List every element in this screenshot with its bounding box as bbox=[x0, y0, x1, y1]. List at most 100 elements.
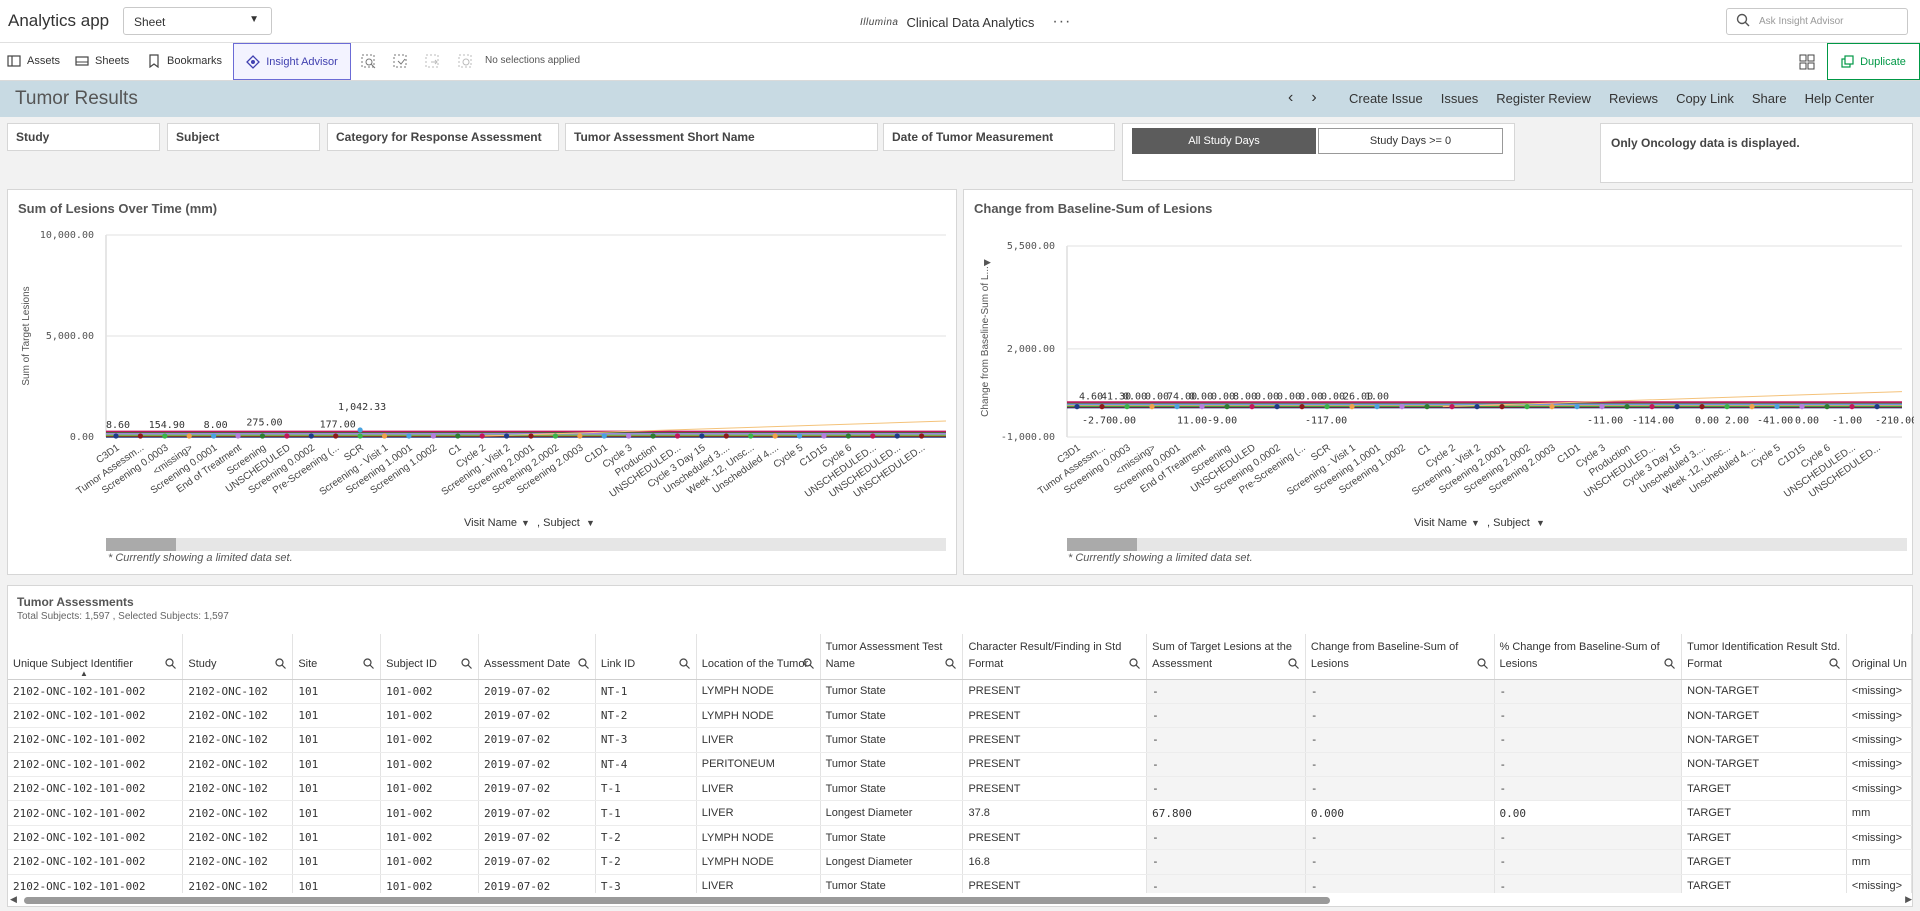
column-header[interactable]: Location of the Tumor bbox=[696, 634, 821, 680]
chart-scrollbar-track[interactable] bbox=[106, 538, 946, 551]
data-point bbox=[601, 433, 607, 439]
clear-selections-icon[interactable] bbox=[457, 53, 475, 71]
filter-subject[interactable]: Subject bbox=[167, 123, 320, 151]
bookmark-icon bbox=[149, 54, 159, 68]
data-label: -114.00 bbox=[1632, 416, 1674, 427]
study-days-ge0-button[interactable]: Study Days >= 0 bbox=[1318, 128, 1503, 154]
table-row[interactable]: 2102-ONC-102-101-002 2102-ONC-102 101 101-0… bbox=[8, 703, 1912, 729]
register-review-link[interactable]: Register Review bbox=[1496, 91, 1591, 106]
filter-study[interactable]: Study bbox=[7, 123, 160, 151]
table-row[interactable]: 2102-ONC-102-101-002 2102-ONC-102 101 101-0… bbox=[8, 776, 1912, 802]
bookmarks-button[interactable]: Bookmarks bbox=[147, 54, 222, 68]
column-header[interactable]: Tumor Assessment Test Name bbox=[820, 634, 964, 680]
column-search-icon[interactable] bbox=[363, 657, 375, 669]
column-header[interactable]: Original Un bbox=[1846, 634, 1912, 680]
insight-advisor-button[interactable]: Insight Advisor bbox=[233, 43, 351, 80]
table-cell: 2019-07-02 bbox=[478, 703, 596, 729]
filter-response-category[interactable]: Category for Response Assessment bbox=[327, 123, 559, 151]
next-sheet-button[interactable]: › bbox=[1311, 89, 1316, 107]
data-point bbox=[748, 433, 754, 439]
dimension-label[interactable]: Visit Name bbox=[1414, 517, 1467, 529]
grid-view-icon[interactable] bbox=[1798, 53, 1816, 71]
ask-insight-input[interactable]: Ask Insight Advisor bbox=[1726, 8, 1908, 35]
table-row[interactable]: 2102-ONC-102-101-002 2102-ONC-102 101 101-0… bbox=[8, 752, 1912, 778]
table-row[interactable]: 2102-ONC-102-101-002 2102-ONC-102 101 101-0… bbox=[8, 727, 1912, 753]
help-center-link[interactable]: Help Center bbox=[1805, 91, 1874, 106]
column-header[interactable]: Unique Subject Identifier ▲ bbox=[8, 634, 184, 680]
column-header[interactable]: Assessment Date bbox=[478, 634, 596, 680]
step-forward-icon[interactable] bbox=[424, 53, 442, 71]
dimension-label[interactable]: Visit Name bbox=[464, 517, 517, 529]
column-search-icon[interactable] bbox=[945, 657, 957, 669]
column-search-icon[interactable] bbox=[1829, 657, 1840, 669]
column-header[interactable]: Site bbox=[292, 634, 382, 680]
table-cell: - bbox=[1305, 752, 1495, 778]
insight-icon bbox=[246, 54, 261, 69]
assets-label: Assets bbox=[27, 55, 61, 67]
column-search-icon[interactable] bbox=[1664, 657, 1676, 669]
column-search-icon[interactable] bbox=[1129, 657, 1141, 669]
data-label: 0.00 bbox=[1112, 416, 1136, 427]
all-study-days-button[interactable]: All Study Days bbox=[1132, 128, 1316, 154]
table-cell: 2102-ONC-102-101-002 bbox=[8, 800, 184, 826]
reviews-link[interactable]: Reviews bbox=[1609, 91, 1658, 106]
column-header[interactable]: Change from Baseline-Sum of Lesions bbox=[1305, 634, 1495, 680]
data-point bbox=[1474, 404, 1480, 410]
filter-tumor-assessment-short-name[interactable]: Tumor Assessment Short Name bbox=[565, 123, 878, 151]
data-point bbox=[1574, 404, 1580, 410]
column-search-icon[interactable] bbox=[1476, 657, 1488, 669]
data-point bbox=[1424, 404, 1430, 410]
sheets-button[interactable]: Sheets bbox=[75, 54, 129, 68]
smart-search-icon[interactable] bbox=[360, 53, 378, 71]
issues-link[interactable]: Issues bbox=[1441, 91, 1479, 106]
column-search-icon[interactable] bbox=[275, 657, 287, 669]
chart-scrollbar-thumb[interactable] bbox=[106, 538, 176, 551]
column-header[interactable]: % Change from Baseline-Sum of Lesions bbox=[1494, 634, 1683, 680]
column-header[interactable]: Sum of Target Lesions at the Assessment bbox=[1146, 634, 1306, 680]
column-search-icon[interactable] bbox=[1288, 657, 1299, 669]
dimension-label[interactable]: , Subject bbox=[1487, 517, 1530, 529]
sheet-select[interactable]: Sheet ▼ bbox=[123, 7, 272, 35]
table-row[interactable]: 2102-ONC-102-101-002 2102-ONC-102 101 101-0… bbox=[8, 825, 1912, 851]
chart-plot[interactable]: -1,000.002,000.005,500.00Change from Bas… bbox=[964, 190, 1914, 576]
column-search-icon[interactable] bbox=[803, 657, 814, 669]
column-search-icon[interactable] bbox=[578, 657, 589, 669]
filter-date-of-tumor-measurement[interactable]: Date of Tumor Measurement bbox=[883, 123, 1115, 151]
data-point bbox=[1699, 404, 1705, 410]
horizontal-scrollbar[interactable]: ◀ ▶ bbox=[8, 893, 1912, 906]
column-header[interactable]: Study bbox=[182, 634, 294, 680]
column-search-icon[interactable] bbox=[679, 657, 690, 669]
column-header[interactable]: Link ID bbox=[595, 634, 697, 680]
chart-scrollbar-track[interactable] bbox=[1067, 538, 1907, 551]
create-issue-link[interactable]: Create Issue bbox=[1349, 91, 1423, 106]
dimension-label[interactable]: , Subject bbox=[537, 517, 580, 529]
previous-sheet-button[interactable]: ‹ bbox=[1288, 89, 1293, 107]
chart-scrollbar-thumb[interactable] bbox=[1067, 538, 1137, 551]
column-header[interactable]: Character Result/Finding in Std Format bbox=[962, 634, 1148, 680]
share-link[interactable]: Share bbox=[1752, 91, 1787, 106]
column-header-label: Site bbox=[298, 657, 318, 670]
table-cell: 101-002 bbox=[380, 703, 480, 729]
scrollbar-thumb[interactable] bbox=[24, 897, 1330, 904]
column-header[interactable]: Subject ID bbox=[380, 634, 480, 680]
table-cell: - bbox=[1494, 849, 1683, 875]
lasso-select-icon[interactable] bbox=[392, 53, 410, 71]
y-tick-label: -1,000.00 bbox=[1001, 432, 1055, 443]
chart-plot[interactable]: 0.00 5,000.00 10,000.00 Sum of Target Lesio… bbox=[8, 190, 958, 576]
table-row[interactable]: 2102-ONC-102-101-002 2102-ONC-102 101 101-0… bbox=[8, 849, 1912, 875]
table-cell: NT-4 bbox=[595, 752, 697, 778]
table-cell: - bbox=[1305, 727, 1495, 753]
assets-button[interactable]: Assets bbox=[7, 54, 60, 68]
more-menu-icon[interactable]: ··· bbox=[1052, 13, 1071, 31]
duplicate-button[interactable]: Duplicate bbox=[1827, 43, 1920, 80]
scroll-right-icon[interactable]: ▶ bbox=[1905, 894, 1912, 905]
column-search-icon[interactable] bbox=[165, 657, 177, 669]
table-row[interactable]: 2102-ONC-102-101-002 2102-ONC-102 101 101-0… bbox=[8, 679, 1912, 704]
scroll-left-icon[interactable]: ◀ bbox=[10, 894, 17, 905]
copy-link-link[interactable]: Copy Link bbox=[1676, 91, 1734, 106]
table-cell: PRESENT bbox=[962, 825, 1148, 851]
table-row[interactable]: 2102-ONC-102-101-002 2102-ONC-102 101 101-0… bbox=[8, 800, 1912, 826]
column-header[interactable]: Tumor Identification Result Std. Format bbox=[1681, 634, 1847, 680]
column-search-icon[interactable] bbox=[461, 657, 472, 669]
data-point bbox=[1124, 404, 1130, 410]
